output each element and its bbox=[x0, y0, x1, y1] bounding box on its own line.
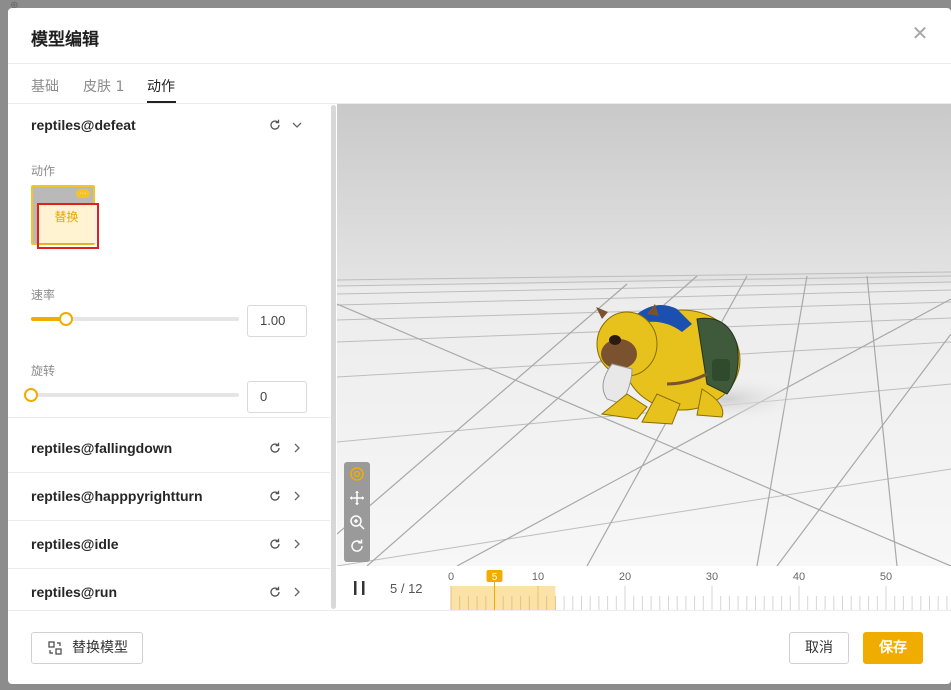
ruler-label: 10 bbox=[532, 571, 544, 583]
animation-list-panel: reptiles@defeat 动作 速率 1.00 旋转 0 reptiles… bbox=[8, 104, 330, 610]
at-icon[interactable] bbox=[349, 466, 365, 482]
animation-item-expanded: reptiles@defeat bbox=[8, 104, 330, 418]
save-button[interactable]: 保存 bbox=[863, 632, 923, 664]
rotation-input[interactable]: 0 bbox=[247, 381, 307, 413]
rotation-slider-thumb[interactable] bbox=[24, 388, 38, 402]
tab-basic[interactable]: 基础 bbox=[31, 76, 59, 96]
ruler-label: 50 bbox=[880, 571, 892, 583]
rotate-icon[interactable] bbox=[349, 538, 365, 554]
character-model bbox=[596, 304, 741, 425]
zoom-in-icon[interactable] bbox=[349, 514, 365, 530]
viewport-toolbar bbox=[344, 462, 370, 562]
tab-animation[interactable]: 动作 bbox=[147, 76, 175, 96]
model-viewport[interactable] bbox=[337, 104, 951, 566]
reset-icon[interactable] bbox=[268, 489, 282, 503]
animation-name: reptiles@happpyrightturn bbox=[31, 488, 203, 504]
swap-icon bbox=[48, 641, 62, 655]
reset-icon[interactable] bbox=[268, 118, 282, 132]
timeline-ruler[interactable]: 0 10 20 30 40 50 5 bbox=[444, 566, 951, 610]
reset-icon[interactable] bbox=[268, 537, 282, 551]
move-icon[interactable] bbox=[349, 490, 365, 506]
active-tab-indicator bbox=[147, 101, 176, 103]
dialog-title: 模型编辑 bbox=[31, 30, 99, 50]
dialog-footer: 替换模型 取消 保存 bbox=[8, 610, 951, 684]
animation-name: reptiles@run bbox=[31, 584, 118, 600]
more-icon[interactable]: ··· bbox=[76, 189, 90, 198]
tab-bar: 基础 皮肤 1 动作 bbox=[8, 64, 951, 104]
dialog-header: 模型编辑 ✕ bbox=[8, 8, 951, 64]
playhead-label: 5 bbox=[492, 572, 498, 583]
replace-model-button[interactable]: 替换模型 bbox=[31, 632, 143, 664]
ruler-label: 30 bbox=[706, 571, 718, 583]
highlight-box bbox=[37, 203, 99, 249]
ruler-label: 20 bbox=[619, 571, 631, 583]
speed-slider[interactable] bbox=[31, 312, 239, 326]
cancel-button[interactable]: 取消 bbox=[789, 632, 849, 664]
animation-name: reptiles@fallingdown bbox=[31, 440, 173, 456]
reset-icon[interactable] bbox=[268, 441, 282, 455]
ruler-label: 0 bbox=[448, 571, 454, 583]
rotation-label: 旋转 bbox=[31, 364, 56, 378]
animation-item[interactable]: reptiles@fallingdown bbox=[8, 425, 330, 473]
ruler-label: 40 bbox=[793, 571, 805, 583]
scrollbar[interactable] bbox=[331, 105, 336, 609]
model-edit-dialog: 模型编辑 ✕ 基础 皮肤 1 动作 reptiles@defeat 动作 速率 … bbox=[8, 8, 951, 684]
replace-model-label: 替换模型 bbox=[72, 640, 128, 656]
scene-svg bbox=[337, 104, 951, 566]
chevron-right-icon[interactable] bbox=[290, 441, 304, 455]
animation-item[interactable]: reptiles@run bbox=[8, 569, 330, 610]
reset-icon[interactable] bbox=[268, 585, 282, 599]
animation-name[interactable]: reptiles@defeat bbox=[31, 117, 136, 133]
close-icon[interactable]: ✕ bbox=[909, 23, 931, 45]
chevron-down-icon[interactable] bbox=[290, 118, 304, 132]
rotation-slider[interactable] bbox=[24, 388, 239, 402]
chevron-right-icon[interactable] bbox=[290, 585, 304, 599]
animation-item[interactable]: reptiles@happpyrightturn bbox=[8, 473, 330, 521]
animation-name: reptiles@idle bbox=[31, 536, 119, 552]
frame-counter: 5 / 12 bbox=[390, 581, 423, 596]
animation-item[interactable]: reptiles@idle bbox=[8, 521, 330, 569]
timeline: 5 / 12 0 10 20 30 40 50 5 bbox=[337, 566, 951, 610]
chevron-right-icon[interactable] bbox=[290, 537, 304, 551]
action-label: 动作 bbox=[31, 164, 56, 178]
tab-skin-1[interactable]: 皮肤 1 bbox=[83, 76, 124, 96]
speed-label: 速率 bbox=[31, 288, 56, 302]
speed-slider-thumb[interactable] bbox=[59, 312, 73, 326]
chevron-right-icon[interactable] bbox=[290, 489, 304, 503]
pause-icon[interactable] bbox=[353, 580, 367, 596]
speed-input[interactable]: 1.00 bbox=[247, 305, 307, 337]
